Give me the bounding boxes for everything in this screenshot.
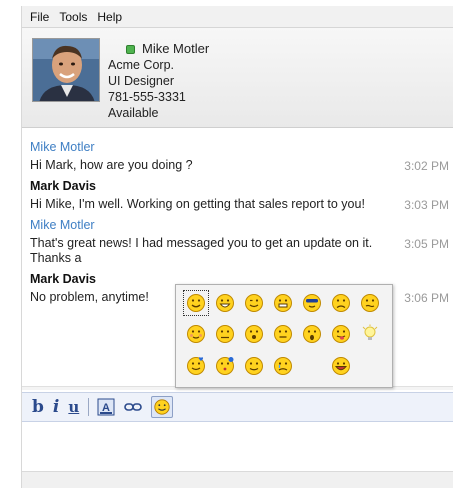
teeth-icon xyxy=(274,294,292,312)
sad-icon xyxy=(332,294,350,312)
emoticon-tongue[interactable] xyxy=(328,321,354,347)
emoticon-picker xyxy=(175,284,393,388)
chat-message: Mike Motler 3:05 PM That's great news! I… xyxy=(30,218,453,266)
emoticon-shocked[interactable] xyxy=(299,321,325,347)
status-available-icon xyxy=(126,44,135,54)
contact-info: Mike Motler Acme Corp. UI Designer 781-5… xyxy=(108,41,209,121)
contact-phone: 781-555-3331 xyxy=(108,90,186,104)
message-time: 3:06 PM xyxy=(404,291,449,305)
menu-bar: File Tools Help xyxy=(22,6,453,28)
emoticon-neutral[interactable] xyxy=(270,321,296,347)
surprised-icon xyxy=(245,325,263,343)
neutral-icon xyxy=(274,325,292,343)
chat-window: File Tools Help Mike Motler Acme Corp. U… xyxy=(21,6,453,488)
format-toolbar: b i u A xyxy=(22,392,453,422)
grin-icon xyxy=(216,294,234,312)
emoticon-wink[interactable] xyxy=(241,290,267,316)
italic-button[interactable]: i xyxy=(53,396,59,418)
message-sender: Mark Davis xyxy=(30,179,97,193)
contact-title: UI Designer xyxy=(108,74,174,88)
contact-name: Mike Motler xyxy=(142,41,210,56)
kiss-icon xyxy=(216,357,234,375)
underline-button[interactable]: u xyxy=(68,396,79,418)
worried-icon xyxy=(216,325,234,343)
confused-icon xyxy=(361,294,379,312)
contact-company: Acme Corp. xyxy=(108,58,174,72)
chat-message: Mark Davis 3:03 PM Hi Mike, I'm well. Wo… xyxy=(30,179,453,212)
emoticon-worried[interactable] xyxy=(212,321,238,347)
message-time: 3:02 PM xyxy=(404,159,449,173)
emoticon-smile[interactable] xyxy=(183,290,209,316)
emoticon-teeth[interactable] xyxy=(270,290,296,316)
emoticon-confused[interactable] xyxy=(357,290,383,316)
emoticon-grin[interactable] xyxy=(212,290,238,316)
wink-icon xyxy=(245,294,263,312)
emoticon-button[interactable] xyxy=(151,396,174,418)
emoticon-laugh[interactable] xyxy=(328,353,354,379)
message-sender: Mike Motler xyxy=(30,140,95,154)
message-text: That's great news! I had messaged you to… xyxy=(30,236,373,265)
message-text: Hi Mark, how are you doing ? xyxy=(30,158,193,172)
contact-card: Mike Motler Acme Corp. UI Designer 781-5… xyxy=(22,28,453,128)
contact-status: Available xyxy=(108,106,159,120)
status-bar xyxy=(22,471,453,488)
chat-message: Mike Motler 3:02 PM Hi Mark, how are you… xyxy=(30,140,453,173)
emoticon-idea[interactable] xyxy=(357,321,383,347)
love-icon xyxy=(187,357,205,375)
font-color-button[interactable]: A xyxy=(97,396,115,418)
emoticon-cool[interactable] xyxy=(299,290,325,316)
blush-icon xyxy=(187,325,205,343)
message-text: Hi Mike, I'm well. Working on getting th… xyxy=(30,197,365,211)
avatar xyxy=(32,38,100,102)
emoticon-blush[interactable] xyxy=(183,321,209,347)
menu-help[interactable]: Help xyxy=(97,10,122,24)
emoticon-cry[interactable] xyxy=(270,353,296,379)
lightbulb-icon xyxy=(362,324,378,340)
message-time: 3:05 PM xyxy=(404,237,449,251)
emoticon-sad[interactable] xyxy=(328,290,354,316)
smiley-icon xyxy=(154,399,170,415)
shocked-icon xyxy=(303,325,321,343)
link-icon xyxy=(124,403,143,411)
menu-tools[interactable]: Tools xyxy=(59,10,87,24)
emoticon-kiss[interactable] xyxy=(212,353,238,379)
cool-icon xyxy=(303,294,321,312)
emoticon-embarrassed[interactable] xyxy=(241,353,267,379)
tongue-icon xyxy=(332,325,350,343)
toolbar-separator xyxy=(88,398,90,416)
message-sender: Mike Motler xyxy=(30,218,95,232)
emoticon-surprised[interactable] xyxy=(241,321,267,347)
emoticon-love[interactable] xyxy=(183,353,209,379)
font-color-icon: A xyxy=(97,398,115,416)
smile-icon xyxy=(187,294,205,312)
menu-file[interactable]: File xyxy=(30,10,49,24)
insert-link-button[interactable] xyxy=(124,396,143,418)
message-input[interactable] xyxy=(22,423,453,471)
bold-button[interactable]: b xyxy=(32,396,44,418)
message-time: 3:03 PM xyxy=(404,198,449,212)
embarrassed-icon xyxy=(245,357,263,375)
laugh-icon xyxy=(332,357,350,375)
cry-icon xyxy=(274,357,292,375)
